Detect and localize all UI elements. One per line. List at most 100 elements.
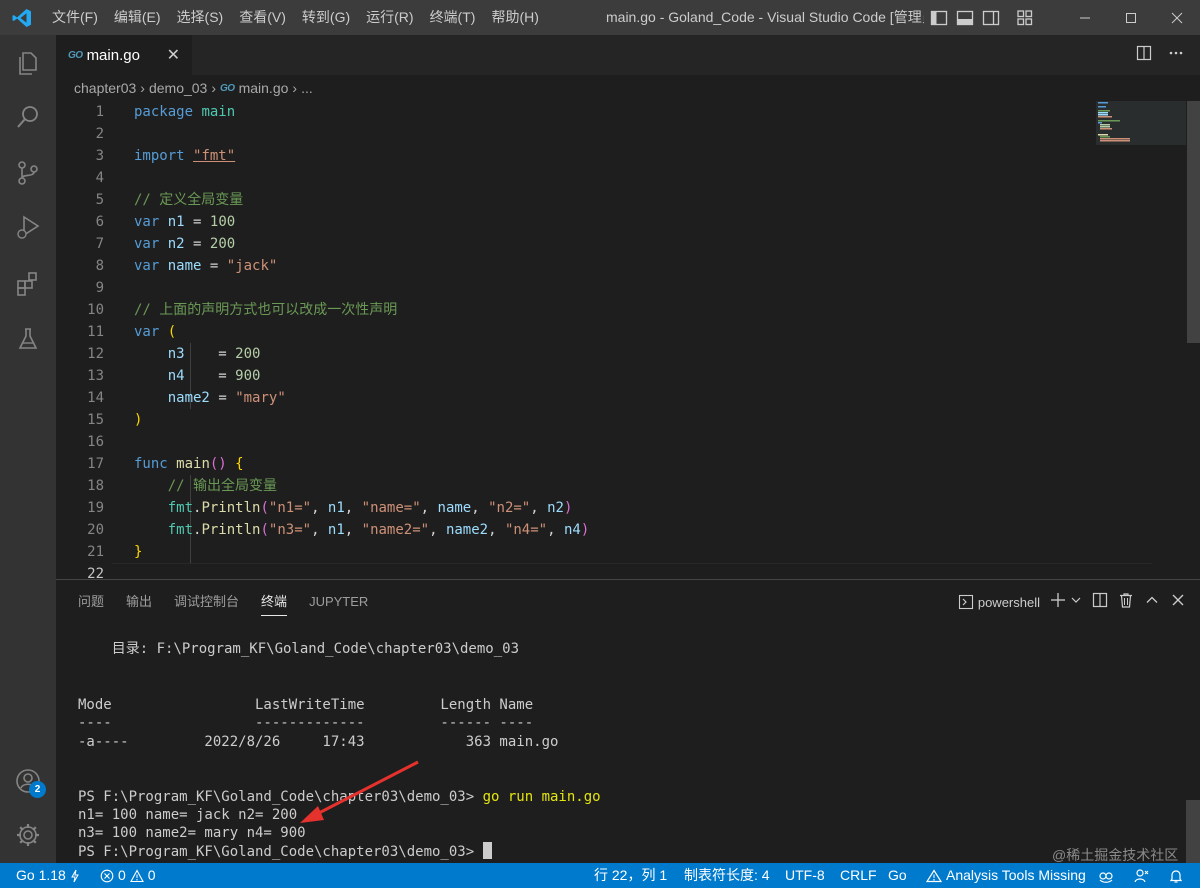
- indentation-status[interactable]: 制表符长度: 4: [684, 863, 770, 888]
- terminal-scrollbar[interactable]: [1186, 800, 1200, 864]
- terminal-command: go run main.go: [482, 789, 601, 805]
- close-window-icon[interactable]: [1154, 0, 1200, 35]
- close-panel-icon[interactable]: [1170, 592, 1186, 613]
- breadcrumb-chapter03[interactable]: chapter03: [74, 80, 136, 96]
- vscode-logo-icon: [0, 0, 44, 35]
- notifications-bell-icon[interactable]: [1168, 863, 1184, 888]
- split-terminal-icon[interactable]: [1092, 592, 1108, 613]
- lightning-icon: [70, 869, 79, 882]
- terminal-line: -a---- 2022/8/26 17:43 363 main.go: [78, 734, 559, 750]
- maximize-icon[interactable]: [1108, 0, 1154, 35]
- menu-go[interactable]: 转到(G): [294, 0, 358, 35]
- terminal-cursor: [482, 842, 492, 859]
- window-title: main.go - Goland_Code - Visual Studio Co…: [606, 9, 924, 25]
- maximize-panel-icon[interactable]: [1144, 592, 1160, 613]
- breadcrumb-file[interactable]: main.go: [239, 80, 289, 96]
- line-number: 13: [87, 368, 104, 384]
- minimize-icon[interactable]: [1062, 0, 1108, 35]
- shell-name: powershell: [977, 594, 1040, 610]
- editor-actions: [1136, 35, 1184, 75]
- menu-edit[interactable]: 编辑(E): [106, 0, 169, 35]
- breadcrumb-more[interactable]: ...: [301, 80, 313, 96]
- tab-main-go[interactable]: GO main.go ✕: [56, 35, 192, 75]
- terminal-icon: [958, 594, 973, 610]
- layout-controls: [930, 0, 1034, 35]
- toggle-panel-icon[interactable]: [956, 9, 974, 27]
- menu-run[interactable]: 运行(R): [358, 0, 421, 35]
- more-actions-icon[interactable]: [1168, 45, 1184, 66]
- error-icon: [100, 869, 114, 882]
- line-number: 7: [95, 236, 104, 252]
- tab-problems[interactable]: 问题: [78, 580, 104, 624]
- menu-file[interactable]: 文件(F): [44, 0, 106, 35]
- manage-gear-icon[interactable]: [0, 811, 56, 859]
- comment: // 输出全局变量: [167, 478, 278, 494]
- toggle-secondary-sidebar-icon[interactable]: [982, 9, 1000, 27]
- go-version-status[interactable]: Go 1.18: [16, 863, 80, 888]
- explorer-icon[interactable]: [0, 39, 56, 87]
- run-debug-icon[interactable]: [0, 203, 56, 251]
- watermark: @稀土掘金技术社区: [1052, 847, 1179, 863]
- activity-bar: [0, 35, 56, 863]
- title-bar: 文件(F) 编辑(E) 选择(S) 查看(V) 转到(G) 运行(R) 终端(T…: [0, 0, 1200, 35]
- language-status[interactable]: Go: [888, 863, 907, 888]
- comment: // 定义全局变量: [134, 192, 244, 208]
- split-editor-icon[interactable]: [1136, 45, 1152, 66]
- line-number: 10: [87, 302, 104, 318]
- chevron-right-icon: ›: [211, 80, 217, 96]
- line-number: 14: [87, 390, 104, 406]
- terminal-line: Mode LastWriteTime Length Name: [78, 697, 534, 713]
- line-number: 9: [95, 280, 104, 296]
- terminal-line: n3= 100 name2= mary n4= 900: [78, 825, 306, 841]
- panel-actions: powershell: [958, 580, 1186, 624]
- line-number: 15: [87, 412, 104, 428]
- eol-status[interactable]: CRLF: [840, 863, 877, 888]
- tab-output[interactable]: 输出: [126, 580, 152, 624]
- terminal-line: ---- ------------- ------ ----: [78, 715, 534, 731]
- editor-tab-bar: GO main.go ✕: [56, 35, 1200, 75]
- testing-flask-icon[interactable]: [0, 315, 56, 363]
- terminal-output[interactable]: 目录: F:\Program_KF\Goland_Code\chapter03\…: [78, 626, 1178, 860]
- editor-scrollbar[interactable]: [1187, 101, 1200, 343]
- copilot-icon[interactable]: [1098, 863, 1114, 888]
- line-number: 2: [95, 126, 104, 142]
- tab-debug-console[interactable]: 调试控制台: [174, 580, 239, 624]
- line-number: 4: [95, 170, 104, 186]
- line-number: 16: [87, 434, 104, 450]
- encoding-status[interactable]: UTF-8: [785, 863, 825, 888]
- toggle-sidebar-icon[interactable]: [930, 9, 948, 27]
- problems-status[interactable]: 0 0: [100, 863, 156, 888]
- feedback-icon[interactable]: [1134, 863, 1150, 888]
- new-terminal-icon[interactable]: [1050, 592, 1066, 613]
- chevron-down-icon[interactable]: [1070, 593, 1082, 611]
- accounts-icon[interactable]: [0, 757, 56, 805]
- extensions-icon[interactable]: [0, 259, 56, 307]
- line-number: 17: [87, 456, 104, 472]
- breadcrumb-demo03[interactable]: demo_03: [149, 80, 207, 96]
- tab-jupyter[interactable]: JUPYTER: [309, 580, 368, 624]
- line-number: 3: [95, 148, 104, 164]
- go-file-icon: GO: [68, 49, 83, 61]
- source-control-icon[interactable]: [0, 149, 56, 197]
- go-file-icon: GO: [220, 82, 235, 94]
- bottom-panel: 问题 输出 调试控制台 终端 JUPYTER powershell 目录: F:…: [56, 579, 1200, 864]
- analysis-tools-status[interactable]: Analysis Tools Missing: [926, 863, 1086, 888]
- code-editor[interactable]: 1 package main 2 3 import "fmt" 4 5// 定义全局…: [56, 101, 1200, 578]
- menu-help[interactable]: 帮助(H): [483, 0, 546, 35]
- menu-terminal[interactable]: 终端(T): [422, 0, 484, 35]
- terminal-shell-selector[interactable]: powershell: [958, 594, 1040, 610]
- line-number: 19: [87, 500, 104, 516]
- accounts-badge: 2: [29, 781, 46, 798]
- minimap[interactable]: [1096, 101, 1186, 578]
- warning-icon: [926, 868, 942, 882]
- trash-icon[interactable]: [1118, 592, 1134, 613]
- menu-selection[interactable]: 选择(S): [169, 0, 232, 35]
- terminal-prompt-line: PS F:\Program_KF\Goland_Code\chapter03\d…: [78, 842, 492, 860]
- customize-layout-icon[interactable]: [1016, 9, 1034, 27]
- window-controls: [1062, 0, 1200, 35]
- menu-view[interactable]: 查看(V): [231, 0, 294, 35]
- search-icon[interactable]: [0, 93, 56, 141]
- cursor-position-status[interactable]: 行 22，列 1: [594, 863, 667, 888]
- tab-close-icon[interactable]: ✕: [167, 45, 180, 65]
- tab-terminal[interactable]: 终端: [261, 580, 288, 624]
